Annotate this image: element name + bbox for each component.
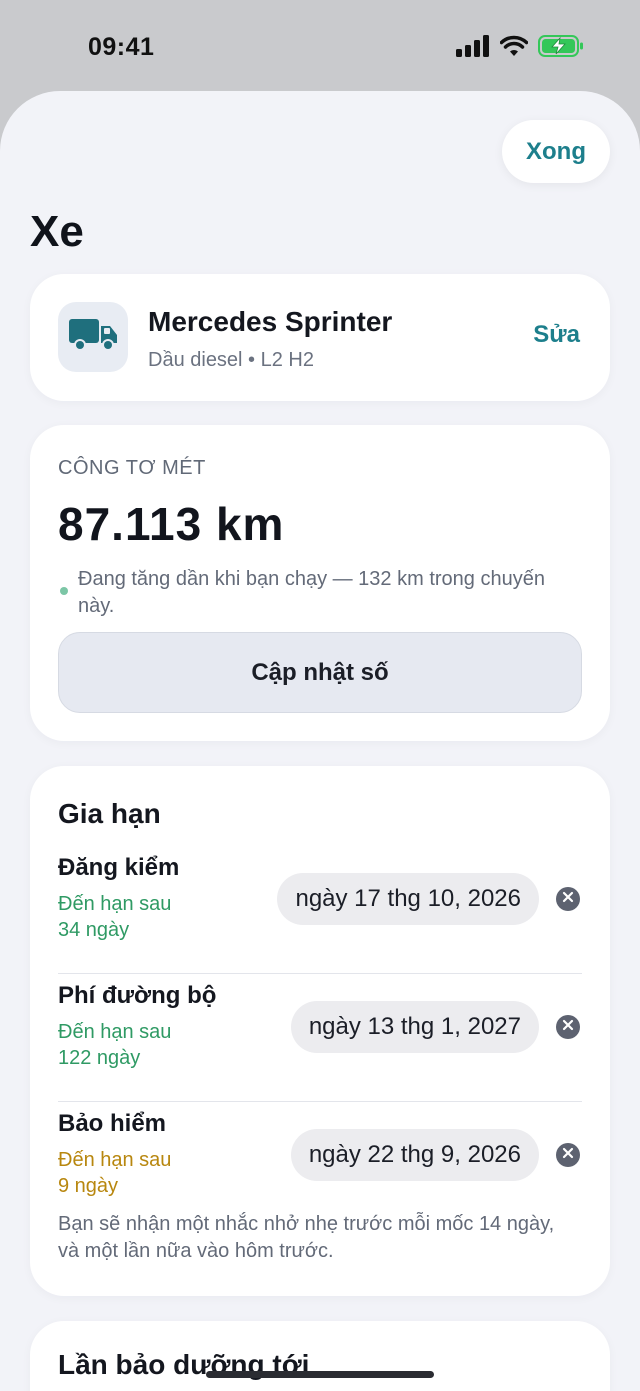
renewal-due-prefix: Đến hạn sau [58, 1149, 172, 1171]
live-indicator-dot [60, 587, 68, 595]
renewal-due: Đến hạn sau 34 ngày [58, 891, 258, 943]
clear-date-button[interactable] [556, 1015, 580, 1039]
renewal-due-days: 122 ngày [58, 1047, 141, 1069]
odometer-label: CÔNG TƠ MÉT [58, 457, 206, 479]
update-odometer-button[interactable]: Cập nhật số [58, 632, 582, 713]
renewals-card: Gia hạn Đăng kiểm Đến hạn sau 34 ngày ng… [30, 766, 610, 1296]
close-icon [562, 1146, 574, 1164]
renewal-date-picker[interactable]: ngày 17 thg 10, 2026 [277, 873, 539, 925]
renewal-due-prefix: Đến hạn sau [58, 1021, 172, 1043]
renewal-name: Bảo hiểm [58, 1110, 167, 1137]
renewal-due: Đến hạn sau 9 ngày [58, 1147, 258, 1199]
renewal-date-picker[interactable]: ngày 13 thg 1, 2027 [290, 1001, 539, 1053]
wifi-icon [499, 35, 529, 62]
clear-date-button[interactable] [556, 887, 580, 911]
renewal-row-inspection: Đăng kiểm Đến hạn sau 34 ngày ngày 17 th… [58, 846, 582, 974]
truck-icon [68, 317, 118, 358]
odometer-note: Đang tăng dần khi bạn chạy — 132 km tron… [78, 568, 545, 617]
close-icon [562, 890, 574, 908]
status-icons [456, 35, 584, 62]
battery-charging-icon [538, 35, 584, 62]
renewals-footnote: Bạn sẽ nhận một nhắc nhở nhẹ trước mỗi m… [58, 1213, 555, 1262]
cellular-signal-icon [456, 35, 490, 62]
vehicle-sheet: Xong Xe Mercedes Sprinter Dầu diesel • L… [0, 91, 640, 1391]
home-indicator[interactable] [206, 1371, 434, 1378]
renewals-title: Gia hạn [58, 798, 161, 829]
renewal-date-picker[interactable]: ngày 22 thg 9, 2026 [290, 1129, 539, 1181]
edit-vehicle-button[interactable]: Sửa [533, 321, 580, 349]
vehicle-card: Mercedes Sprinter Dầu diesel • L2 H2 Sửa [30, 274, 610, 401]
renewal-name: Đăng kiểm [58, 854, 180, 881]
renewal-name: Phí đường bộ [58, 982, 217, 1009]
renewal-row-road-fee: Phí đường bộ Đến hạn sau 122 ngày ngày 1… [58, 974, 582, 1102]
odometer-value: 87.113 km [58, 498, 285, 550]
renewal-due-days: 34 ngày [58, 919, 130, 941]
vehicle-avatar [58, 302, 128, 372]
odometer-card: CÔNG TƠ MÉT 87.113 km Đang tăng dần khi … [30, 425, 610, 741]
clear-date-button[interactable] [556, 1143, 580, 1167]
renewal-due-prefix: Đến hạn sau [58, 893, 172, 915]
status-time: 09:41 [88, 33, 155, 61]
renewal-due-days: 9 ngày [58, 1175, 119, 1197]
done-button[interactable]: Xong [502, 120, 610, 183]
vehicle-details: Dầu diesel • L2 H2 [148, 349, 314, 371]
status-bar: 09:41 [0, 0, 640, 92]
next-service-card: Lần bảo dưỡng tới [30, 1321, 610, 1391]
vehicle-name: Mercedes Sprinter [148, 306, 393, 337]
renewal-due: Đến hạn sau 122 ngày [58, 1019, 258, 1071]
close-icon [562, 1018, 574, 1036]
page-title: Xe [30, 207, 84, 256]
